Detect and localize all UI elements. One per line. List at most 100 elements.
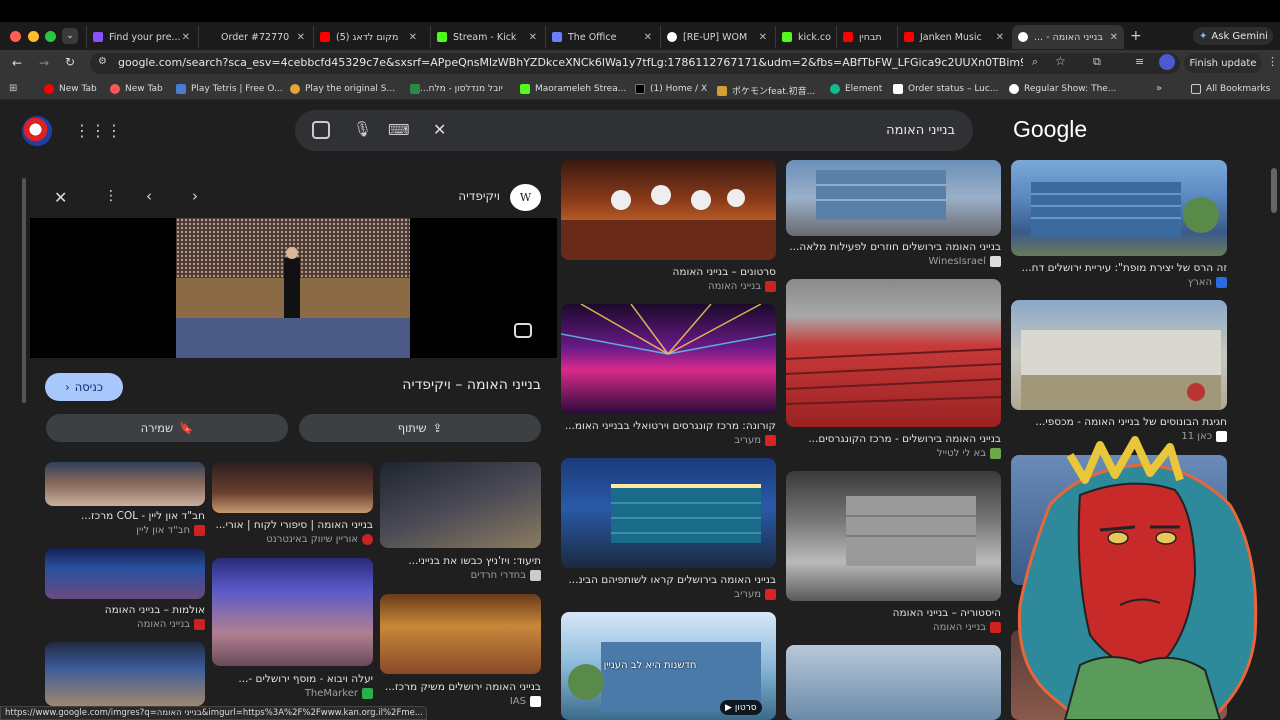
grid-source-1[interactable]: הארץ — [1011, 277, 1227, 288]
more-bookmarks-icon[interactable]: » — [1156, 83, 1162, 94]
bookmark-pokemon[interactable]: ポケモンfeat.初音... — [717, 84, 815, 97]
bookmark-element[interactable]: Element — [830, 84, 882, 94]
related-image-7[interactable] — [45, 642, 205, 706]
related-source-3[interactable]: חב"ד און ליין — [45, 525, 205, 536]
related-image-4[interactable] — [45, 548, 205, 599]
grid-caption-10[interactable]: קורונה: מרכז קונגרסים וירטואלי בבנייני ה… — [561, 420, 776, 432]
media-icon[interactable]: ≡ — [1135, 55, 1144, 68]
grid-image-6[interactable] — [786, 279, 1001, 427]
close-tab-icon[interactable]: ✕ — [297, 32, 305, 43]
maximize-window-button[interactable] — [45, 31, 56, 42]
grid-caption-5[interactable]: בנייני האומה בירושלים חוזרים לפעילות מלא… — [786, 241, 1001, 253]
grid-image-9[interactable] — [561, 160, 776, 260]
close-tab-icon[interactable]: ✕ — [759, 32, 767, 43]
grid-caption-11[interactable]: בנייני האומה בירושלים קראו לשותפיהם הבינ… — [561, 574, 776, 586]
tab-search-icon[interactable]: ⌄ — [62, 28, 78, 44]
bookmark-original[interactable]: Play the original S... — [290, 84, 395, 94]
share-button[interactable]: ⇪ שיתוף — [299, 414, 541, 442]
panel-title[interactable]: בנייני האומה – ויקיפדיה — [300, 377, 541, 393]
grid-source-9[interactable]: בנייני האומה — [561, 281, 776, 292]
grid-source-7[interactable]: בנייני האומה — [786, 622, 1001, 633]
panel-main-image[interactable] — [176, 218, 410, 358]
related-image-5[interactable] — [380, 594, 541, 674]
related-source-1[interactable]: בחדרי חרדים — [380, 570, 541, 581]
tab-re-up[interactable]: [RE-UP] WOM ✕ — [660, 26, 773, 48]
close-tab-icon[interactable]: ✕ — [529, 32, 537, 43]
more-options-icon[interactable]: ⋮ — [104, 188, 118, 204]
bookmark-x-home[interactable]: (1) Home / X — [635, 84, 707, 94]
tab-stream-kick[interactable]: Stream - Kick ✕ — [430, 26, 543, 48]
new-tab-icon[interactable]: + — [1130, 28, 1142, 44]
ask-gemini-button[interactable]: ✦ Ask Gemini — [1193, 27, 1273, 45]
save-button[interactable]: 🔖 שמירה — [46, 414, 288, 442]
close-window-button[interactable] — [10, 31, 21, 42]
related-image-3[interactable] — [45, 462, 205, 506]
related-image-6[interactable] — [212, 558, 373, 666]
grid-caption-7[interactable]: היסטוריה – בנייני האומה — [786, 607, 1001, 619]
visual-search-icon[interactable] — [514, 323, 532, 338]
keyboard-icon[interactable]: ⌨ — [388, 121, 410, 139]
url-text[interactable]: google.com/search?sca_esv=4cebbcfd45329c… — [118, 56, 1023, 69]
bookmark-new-tab-1[interactable]: New Tab — [44, 84, 97, 94]
grid-source-11[interactable]: מעריב — [561, 589, 776, 600]
related-caption-3[interactable]: חב"ד און ליין - COL מרכז... — [45, 510, 205, 522]
menu-dots-icon[interactable]: ⋮ — [1267, 55, 1278, 68]
related-caption-2[interactable]: בנייני האומה | סיפורי לקוח | אורי... — [212, 519, 373, 531]
grid-image-8[interactable] — [786, 645, 1001, 720]
grid-source-10[interactable]: מעריב — [561, 435, 776, 446]
tab-order[interactable]: Order #72770 ✕ — [198, 26, 311, 48]
related-caption-4[interactable]: אולמות – בנייני האומה — [45, 604, 205, 616]
next-image-icon[interactable]: › — [192, 187, 198, 205]
account-avatar[interactable] — [22, 116, 52, 146]
related-source-6[interactable]: TheMarker — [212, 688, 373, 699]
reload-icon[interactable]: ↻ — [65, 55, 75, 69]
grid-image-7[interactable] — [786, 471, 1001, 601]
tab-janken[interactable]: Janken Music ✕ — [897, 26, 1010, 48]
tab-the-office[interactable]: The Office ✕ — [545, 26, 658, 48]
back-icon[interactable]: ← — [12, 56, 22, 70]
related-image-1[interactable] — [380, 462, 541, 548]
bookmark-maorameleh[interactable]: Maorameleh Strea... — [520, 84, 626, 94]
panel-source-name[interactable]: ויקיפדיה — [420, 189, 500, 203]
bookmark-regular-show[interactable]: Regular Show: The... — [1009, 84, 1116, 94]
minimize-window-button[interactable] — [28, 31, 39, 42]
search-input[interactable]: בנייני האומה — [820, 123, 955, 138]
grid-image-10[interactable] — [561, 304, 776, 414]
close-tab-icon[interactable]: ✕ — [182, 32, 190, 43]
previous-image-icon[interactable]: ‹ — [146, 187, 152, 205]
microphone-icon[interactable]: 🎙 — [353, 120, 372, 138]
related-caption-5[interactable]: בנייני האומה ירושלים משיק מרכז... — [380, 681, 541, 693]
related-source-4[interactable]: בנייני האומה — [45, 619, 205, 630]
grid-caption-6[interactable]: בנייני האומה בירושלים - מרכז הקונגרסים..… — [786, 433, 1001, 445]
profile-avatar[interactable] — [1159, 54, 1175, 70]
close-tab-icon[interactable]: ✕ — [996, 32, 1004, 43]
bookmark-tetris[interactable]: Play Tetris | Free O... — [176, 84, 283, 94]
panel-scrollbar[interactable] — [22, 178, 26, 403]
bookmark-new-tab-2[interactable]: New Tab — [110, 84, 163, 94]
related-source-2[interactable]: אוריין שיווק באינטרנט — [212, 534, 373, 545]
clear-search-icon[interactable]: ✕ — [433, 120, 446, 139]
tab-active-search[interactable]: בנייני האומה - ... ✕ — [1012, 25, 1124, 49]
related-image-2[interactable] — [212, 462, 373, 513]
visit-button[interactable]: כניסה ‹ — [45, 373, 123, 401]
grid-caption-2[interactable]: חגיגת הבונוסים של בנייני האומה - מכספי..… — [1011, 416, 1227, 428]
grid-image-11[interactable] — [561, 458, 776, 568]
google-apps-icon[interactable]: ⋮⋮⋮ — [74, 121, 122, 140]
forward-icon[interactable]: → — [39, 56, 49, 70]
page-scrollbar[interactable] — [1271, 168, 1277, 213]
zoom-icon[interactable]: ⌕ — [1032, 55, 1038, 69]
close-tab-icon[interactable]: ✕ — [1110, 32, 1118, 43]
google-logo[interactable]: Google — [1013, 116, 1087, 143]
bookmark-order-status[interactable]: Order status – Luc... — [893, 84, 998, 94]
related-caption-6[interactable]: יעלה ויבוא - מוסף ירושלים -... — [212, 673, 373, 685]
grid-image-2[interactable] — [1011, 300, 1227, 410]
grid-image-1[interactable] — [1011, 160, 1227, 256]
bookmark-yuval[interactable]: יובל מנדלסון - מלח... — [405, 84, 503, 94]
close-tab-icon[interactable]: ✕ — [644, 32, 652, 43]
grid-source-6[interactable]: בא לי לטייל — [786, 448, 1001, 459]
close-tab-icon[interactable]: ✕ — [409, 32, 417, 43]
tab-find-your[interactable]: Find your pre... ✕ — [86, 26, 196, 48]
apps-grid-icon[interactable]: ⊞ — [9, 83, 17, 94]
tab-youtube-1[interactable]: (5) מקום לדאג ✕ — [313, 26, 423, 48]
grid-image-5[interactable] — [786, 160, 1001, 236]
